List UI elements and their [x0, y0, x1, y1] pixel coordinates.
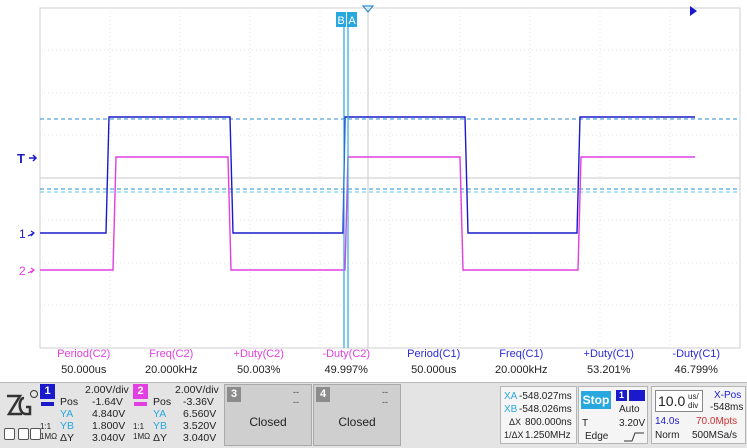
lock-icon[interactable]: [18, 428, 29, 440]
meas-label[interactable]: Freq(C2): [128, 348, 216, 362]
cursor-xa-label: XA: [504, 391, 518, 402]
cursor-dx-value: 800.000ns: [525, 417, 572, 428]
cursor-inv-value: 1.250MHz: [525, 430, 571, 441]
timebase-panel[interactable]: 10.0 us/ div X-Pos -548ms 14.0s 70.0Mpts…: [651, 386, 746, 444]
waveform-display[interactable]: B A T 1 2: [0, 0, 747, 384]
ch1-pos-value: -1.64V: [92, 396, 123, 408]
meas-label[interactable]: Period(C1): [390, 348, 478, 362]
measurement-values: 50.000us 20.000kHz 50.003% 49.997% 50.00…: [40, 364, 740, 378]
ch4-dash: --: [382, 397, 388, 407]
ch1-coupling-icon: [41, 402, 54, 406]
meas-value: 20.000kHz: [144, 364, 198, 376]
ch1-yb-value: 1.800V: [92, 420, 126, 432]
meas-value: 49.997%: [324, 364, 368, 376]
timebase-unit-bottom: div: [688, 401, 699, 410]
brand-logo-icon: [6, 390, 38, 416]
ch1-probe-ratio: 1:1: [40, 422, 52, 431]
ch2-yb-label: YB: [153, 420, 168, 432]
ch1-scale: 2.00V/div: [85, 384, 129, 396]
ch2-scale: 2.00V/div: [175, 384, 219, 396]
cursor-xb-label: XB: [504, 404, 518, 415]
timebase-scale-box[interactable]: 10.0 us/ div: [655, 390, 703, 412]
timebase-unit-top: us/: [688, 392, 699, 401]
cursor-xa-value: -548.027ms: [519, 391, 572, 402]
trigger-source[interactable]: 1: [616, 390, 627, 401]
ch1-ya-value: 4.840V: [92, 408, 126, 420]
ch4-status: Closed: [338, 415, 376, 429]
trigger-level-marker[interactable]: T: [17, 151, 25, 166]
xpos-value: -548ms: [710, 402, 744, 413]
ch3-dash: --: [293, 387, 299, 397]
ch4-panel[interactable]: 4 -- -- Closed: [313, 384, 401, 446]
ch2-number: 2: [133, 384, 148, 399]
trigger-level-arrow-icon: [29, 154, 38, 162]
ch1-yb-label: YB: [60, 420, 75, 432]
rising-edge-icon: [624, 432, 644, 442]
ch4-number: 4: [316, 387, 330, 402]
ch2-ya-label: YA: [153, 408, 167, 420]
ch1-number: 1: [40, 384, 55, 399]
meas-label[interactable]: Period(C2): [40, 348, 128, 362]
meas-value: 20.000kHz: [494, 364, 548, 376]
ch2-marker-arrow-icon: [27, 267, 35, 274]
trigger-edge[interactable]: Edge: [585, 431, 608, 442]
cursor-readout[interactable]: XA -548.027ms XB -548.026ms ΔX 800.000ns…: [500, 386, 577, 444]
run-stop-button[interactable]: Stop: [581, 391, 611, 409]
oscilloscope-screen: B A T 1 2 Period(C2) Freq(C2) +Duty(C2) …: [0, 0, 747, 448]
measurement-labels: Period(C2) Freq(C2) +Duty(C2) -Duty(C2) …: [40, 348, 740, 362]
meas-label[interactable]: Freq(C1): [478, 348, 566, 362]
ch1-panel[interactable]: 1 2.00V/div Pos -1.64V YA 4.840V YB 1.80…: [40, 384, 132, 446]
ch2-impedance: 1MΩ: [133, 432, 151, 441]
meas-value: 50.003%: [237, 364, 281, 376]
ch1-ya-label: YA: [60, 408, 74, 420]
meas-label[interactable]: +Duty(C2): [215, 348, 303, 362]
ch2-panel[interactable]: 2 2.00V/div Pos -3.36V YA 6.560V YB 3.52…: [133, 384, 223, 446]
ch2-pos-value: -3.36V: [183, 396, 214, 408]
ch1-pos-label: Pos: [60, 396, 79, 408]
meas-label[interactable]: +Duty(C1): [565, 348, 653, 362]
ch2-yb-value: 3.520V: [183, 420, 217, 432]
ch3-status: Closed: [249, 415, 287, 429]
timebase-scale: 10.0: [658, 393, 686, 409]
acquire-mode[interactable]: Norm: [655, 430, 679, 441]
ch1-marker-arrow-icon: [27, 230, 35, 237]
ch4-dash: --: [382, 387, 388, 397]
memory-depth: 70.0Mpts: [696, 416, 738, 427]
usb-icon[interactable]: [4, 428, 15, 440]
ch1-offset-marker[interactable]: 1: [19, 227, 26, 241]
ch3-panel[interactable]: 3 -- -- Closed: [224, 384, 312, 446]
ch2-dy-label: ΔY: [153, 432, 168, 444]
ch2-coupling-icon: [134, 402, 147, 406]
xpos-label: X-Pos: [714, 390, 742, 401]
meas-value: 53.201%: [587, 364, 631, 376]
meas-value: 46.799%: [674, 364, 718, 376]
ch2-dy-value: 3.040V: [183, 432, 217, 444]
ch1-dy-value: 3.040V: [92, 432, 126, 444]
sample-rate: 500MSa/s: [692, 430, 738, 441]
ch3-number: 3: [227, 387, 241, 402]
trigger-level-value: 3.20V: [619, 418, 646, 429]
ch1-dy-label: ΔY: [60, 432, 75, 444]
trigger-source-icon: [629, 390, 645, 401]
ch2-ya-value: 6.560V: [183, 408, 217, 420]
meas-value: 50.000us: [61, 364, 107, 376]
meas-label[interactable]: -Duty(C1): [653, 348, 741, 362]
ch2-offset-marker[interactable]: 2: [19, 264, 26, 278]
cursor-b-label: B: [337, 15, 344, 27]
ch1-impedance: 1MΩ: [40, 432, 58, 441]
trigger-panel[interactable]: Stop 1 Auto T 3.20V Edge: [578, 386, 648, 444]
meas-label[interactable]: -Duty(C2): [303, 348, 391, 362]
trigger-type-label: T: [582, 418, 589, 429]
ch2-pos-label: Pos: [153, 396, 172, 408]
cursor-xb-value: -548.026ms: [519, 404, 572, 415]
trigger-mode[interactable]: Auto: [619, 404, 640, 415]
acquire-time: 14.0s: [655, 416, 680, 427]
cursor-a-label: A: [348, 15, 356, 27]
meas-value: 50.000us: [411, 364, 457, 376]
ch2-probe-ratio: 1:1: [133, 422, 145, 431]
cursor-inv-label: 1/ΔX: [504, 430, 524, 440]
ch3-dash: --: [293, 397, 299, 407]
cursor-dx-label: ΔX: [509, 417, 522, 427]
